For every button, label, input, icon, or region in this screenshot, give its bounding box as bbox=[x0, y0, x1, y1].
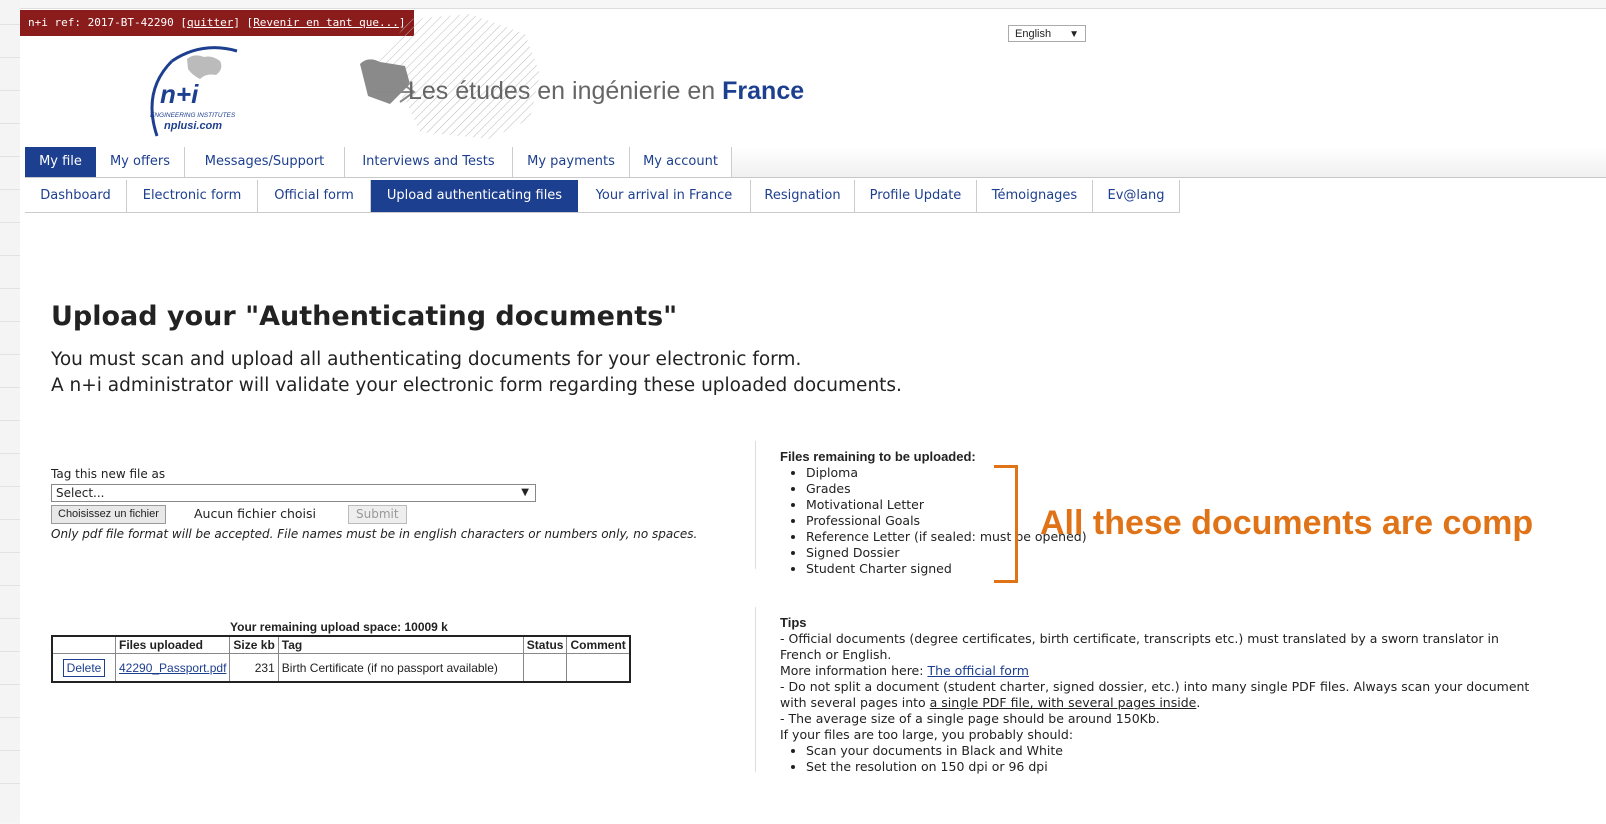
column-header: Files uploaded bbox=[114, 635, 231, 654]
files-remaining-header: Files remaining to be uploaded: bbox=[780, 449, 976, 464]
banner-bold: France bbox=[722, 77, 805, 105]
uploaded-files-table: Files uploaded Size kb Tag Status Commen… bbox=[51, 635, 631, 683]
tip-line: - Official documents (degree certificate… bbox=[780, 631, 1499, 662]
language-select[interactable]: English ▼ bbox=[1008, 25, 1086, 42]
tips-section: Tips - Official documents (degree certif… bbox=[780, 615, 1540, 775]
column-header: Tag bbox=[277, 635, 524, 654]
delete-button[interactable]: Delete bbox=[62, 658, 106, 677]
list-item: Diploma bbox=[806, 465, 1087, 481]
page-title: Upload your "Authenticating documents" bbox=[51, 301, 678, 332]
logo-url: nplusi.com bbox=[164, 120, 222, 132]
no-file-text: Aucun fichier choisi bbox=[194, 506, 317, 521]
remaining-space: Your remaining upload space: 10009 k bbox=[230, 620, 448, 634]
language-value: English bbox=[1015, 28, 1052, 40]
official-form-link[interactable]: The official form bbox=[927, 663, 1029, 678]
column-header: Status bbox=[522, 635, 568, 654]
page-intro: You must scan and upload all authenticat… bbox=[51, 347, 902, 399]
left-gutter bbox=[0, 0, 20, 823]
status-cell bbox=[522, 653, 568, 683]
tip-line: - Do not split a document (student chart… bbox=[780, 679, 1540, 711]
dropdown-arrow-icon: ▼ bbox=[521, 487, 529, 498]
list-item: Signed Dossier bbox=[806, 545, 1087, 561]
banner-text: Les études en ingénierie en bbox=[408, 77, 716, 105]
annotation-bracket bbox=[994, 465, 1018, 583]
tip-text: . bbox=[1196, 695, 1201, 710]
tab-dashboard[interactable]: Dashboard bbox=[25, 180, 127, 213]
file-link[interactable]: 42290_Passport.pdf bbox=[119, 661, 226, 675]
quit-link[interactable]: quitter bbox=[187, 16, 233, 29]
annotation-callout: All these documents are comp bbox=[1040, 504, 1534, 542]
table-row: Delete 42290_Passport.pdf 231 Birth Cert… bbox=[51, 653, 631, 683]
tag-select-value: Select... bbox=[56, 486, 105, 500]
intro-line-1: You must scan and upload all authenticat… bbox=[51, 349, 802, 370]
banner-title: Les études en ingénierie en France bbox=[408, 77, 804, 106]
tag-cell: Birth Certificate (if no passport availa… bbox=[277, 653, 524, 683]
column-header: Comment bbox=[566, 635, 631, 654]
file-cell: 42290_Passport.pdf bbox=[114, 653, 231, 683]
tab-evalang[interactable]: Ev@lang bbox=[1093, 180, 1180, 213]
tab-my-offers[interactable]: My offers bbox=[96, 147, 185, 177]
list-item: Student Charter signed bbox=[806, 561, 1087, 577]
logo-text: n+i bbox=[160, 79, 199, 109]
column-header: Size kb bbox=[229, 635, 279, 654]
dropdown-arrow-icon: ▼ bbox=[1069, 29, 1079, 40]
ref-number: n+i ref: 2017-BT-42290 bbox=[28, 16, 174, 29]
table-header-row: Files uploaded Size kb Tag Status Commen… bbox=[51, 635, 631, 654]
submit-button[interactable]: Submit bbox=[348, 505, 407, 524]
tip-line: If your files are too large, you probabl… bbox=[780, 727, 1074, 742]
tab-my-account[interactable]: My account bbox=[630, 147, 732, 177]
column-header bbox=[51, 635, 116, 654]
logo-subtitle: ENGINEERING INSTITUTES bbox=[150, 112, 236, 119]
tip-line: - The average size of a single page shou… bbox=[780, 711, 1160, 726]
intro-line-2: A n+i administrator will validate your e… bbox=[51, 375, 902, 396]
tab-messages-support[interactable]: Messages/Support bbox=[185, 147, 345, 177]
tips-list: Scan your documents in Black and White S… bbox=[780, 743, 1540, 775]
tab-resignation[interactable]: Resignation bbox=[751, 180, 855, 213]
tab-temoignages[interactable]: Témoignages bbox=[977, 180, 1093, 213]
choose-file-button[interactable]: Choisissez un fichier bbox=[51, 505, 166, 524]
list-item: Set the resolution on 150 dpi or 96 dpi bbox=[806, 759, 1540, 775]
tag-select[interactable]: Select... ▼ bbox=[51, 484, 536, 502]
site-logo[interactable]: n+i ENGINEERING INSTITUTES nplusi.com bbox=[132, 41, 262, 141]
tab-official-form[interactable]: Official form bbox=[258, 180, 371, 213]
list-item: Grades bbox=[806, 481, 1087, 497]
tag-label: Tag this new file as bbox=[51, 467, 166, 481]
tips-header: Tips bbox=[780, 615, 807, 630]
tip-line: More information here: The official form bbox=[780, 663, 1540, 679]
primary-nav: My file My offers Messages/Support Inter… bbox=[25, 147, 1606, 178]
upload-note: Only pdf file format will be accepted. F… bbox=[51, 527, 698, 541]
tab-my-file[interactable]: My file bbox=[25, 147, 96, 177]
tip-emphasis: a single PDF file, with several pages in… bbox=[929, 695, 1197, 710]
tab-my-payments[interactable]: My payments bbox=[513, 147, 630, 177]
tab-interviews-tests[interactable]: Interviews and Tests bbox=[345, 147, 513, 177]
page: n+i ref: 2017-BT-42290 [quitter] [Reveni… bbox=[20, 8, 1606, 824]
tab-profile-update[interactable]: Profile Update bbox=[855, 180, 977, 213]
divider bbox=[755, 441, 756, 569]
tab-upload-authenticating-files[interactable]: Upload authenticating files bbox=[371, 180, 578, 213]
upload-form: Tag this new file as Select... ▼ Choisis… bbox=[51, 467, 751, 541]
action-cell: Delete bbox=[51, 653, 116, 683]
size-cell: 231 bbox=[229, 653, 279, 683]
comment-cell bbox=[566, 653, 631, 683]
secondary-nav: Dashboard Electronic form Official form … bbox=[25, 180, 1606, 213]
divider bbox=[755, 607, 756, 772]
list-item: Scan your documents in Black and White bbox=[806, 743, 1540, 759]
tab-arrival-in-france[interactable]: Your arrival in France bbox=[578, 180, 751, 213]
tab-electronic-form[interactable]: Electronic form bbox=[127, 180, 258, 213]
tip-text: More information here: bbox=[780, 663, 928, 678]
